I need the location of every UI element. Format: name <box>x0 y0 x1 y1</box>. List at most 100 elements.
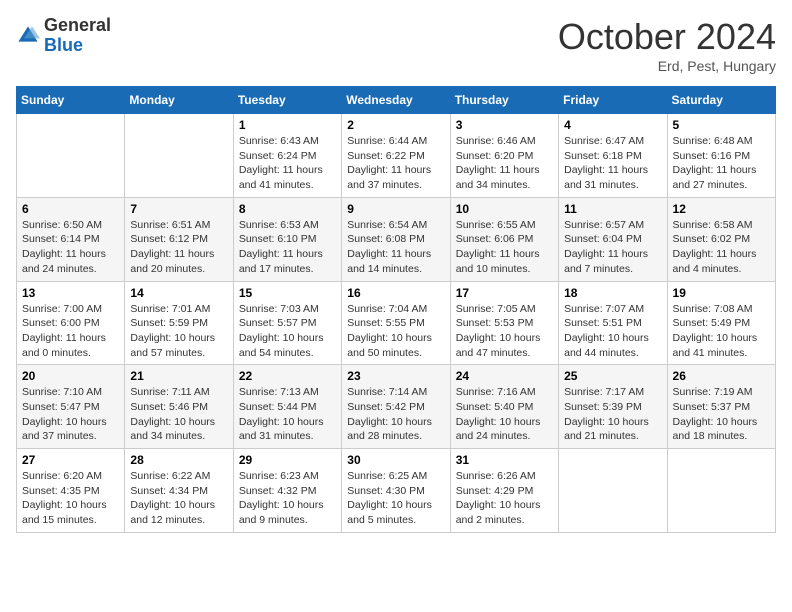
weekday-header-sunday: Sunday <box>17 87 125 114</box>
day-number: 29 <box>239 453 336 467</box>
calendar-table: SundayMondayTuesdayWednesdayThursdayFrid… <box>16 86 776 533</box>
day-info: Sunrise: 6:46 AM Sunset: 6:20 PM Dayligh… <box>456 134 553 193</box>
day-number: 18 <box>564 286 661 300</box>
month-year: October 2024 <box>558 16 776 58</box>
calendar-cell: 25 Sunrise: 7:17 AM Sunset: 5:39 PM Dayli… <box>559 365 667 449</box>
day-number: 31 <box>456 453 553 467</box>
calendar-cell <box>17 114 125 198</box>
day-info: Sunrise: 6:47 AM Sunset: 6:18 PM Dayligh… <box>564 134 661 193</box>
calendar-cell: 4 Sunrise: 6:47 AM Sunset: 6:18 PM Daylig… <box>559 114 667 198</box>
day-info: Sunrise: 7:03 AM Sunset: 5:57 PM Dayligh… <box>239 302 336 361</box>
day-number: 3 <box>456 118 553 132</box>
calendar-cell: 23 Sunrise: 7:14 AM Sunset: 5:42 PM Dayli… <box>342 365 450 449</box>
weekday-header-wednesday: Wednesday <box>342 87 450 114</box>
day-number: 19 <box>673 286 770 300</box>
day-info: Sunrise: 6:20 AM Sunset: 4:35 PM Dayligh… <box>22 469 119 528</box>
day-number: 21 <box>130 369 227 383</box>
calendar-cell: 12 Sunrise: 6:58 AM Sunset: 6:02 PM Dayli… <box>667 197 775 281</box>
weekday-header-saturday: Saturday <box>667 87 775 114</box>
day-info: Sunrise: 7:13 AM Sunset: 5:44 PM Dayligh… <box>239 385 336 444</box>
calendar-cell: 13Sunrise: 7:00 AM Sunset: 6:00 PM Dayli… <box>17 281 125 365</box>
day-number: 30 <box>347 453 444 467</box>
day-number: 16 <box>347 286 444 300</box>
page-header: General Blue October 2024 Erd, Pest, Hun… <box>16 16 776 74</box>
day-info: Sunrise: 6:44 AM Sunset: 6:22 PM Dayligh… <box>347 134 444 193</box>
day-info: Sunrise: 7:00 AM Sunset: 6:00 PM Dayligh… <box>22 302 119 361</box>
title-section: October 2024 Erd, Pest, Hungary <box>558 16 776 74</box>
calendar-cell: 29 Sunrise: 6:23 AM Sunset: 4:32 PM Dayli… <box>233 449 341 533</box>
weekday-header-row: SundayMondayTuesdayWednesdayThursdayFrid… <box>17 87 776 114</box>
day-number: 28 <box>130 453 227 467</box>
logo: General Blue <box>16 16 111 56</box>
day-info: Sunrise: 6:55 AM Sunset: 6:06 PM Dayligh… <box>456 218 553 277</box>
day-number: 27 <box>22 453 119 467</box>
day-info: Sunrise: 7:19 AM Sunset: 5:37 PM Dayligh… <box>673 385 770 444</box>
day-info: Sunrise: 7:17 AM Sunset: 5:39 PM Dayligh… <box>564 385 661 444</box>
day-number: 5 <box>673 118 770 132</box>
day-info: Sunrise: 6:51 AM Sunset: 6:12 PM Dayligh… <box>130 218 227 277</box>
day-info: Sunrise: 7:16 AM Sunset: 5:40 PM Dayligh… <box>456 385 553 444</box>
day-info: Sunrise: 7:05 AM Sunset: 5:53 PM Dayligh… <box>456 302 553 361</box>
day-info: Sunrise: 6:26 AM Sunset: 4:29 PM Dayligh… <box>456 469 553 528</box>
calendar-cell: 20 Sunrise: 7:10 AM Sunset: 5:47 PM Dayli… <box>17 365 125 449</box>
day-number: 11 <box>564 202 661 216</box>
day-info: Sunrise: 7:11 AM Sunset: 5:46 PM Dayligh… <box>130 385 227 444</box>
day-info: Sunrise: 6:50 AM Sunset: 6:14 PM Dayligh… <box>22 218 119 277</box>
logo-general: General <box>44 16 111 36</box>
day-number: 10 <box>456 202 553 216</box>
day-number: 4 <box>564 118 661 132</box>
day-number: 17 <box>456 286 553 300</box>
calendar-cell: 26Sunrise: 7:19 AM Sunset: 5:37 PM Dayli… <box>667 365 775 449</box>
calendar-cell: 18Sunrise: 7:07 AM Sunset: 5:51 PM Dayli… <box>559 281 667 365</box>
day-number: 7 <box>130 202 227 216</box>
calendar-cell: 27 Sunrise: 6:20 AM Sunset: 4:35 PM Dayli… <box>17 449 125 533</box>
calendar-cell: 21 Sunrise: 7:11 AM Sunset: 5:46 PM Dayli… <box>125 365 233 449</box>
day-info: Sunrise: 6:48 AM Sunset: 6:16 PM Dayligh… <box>673 134 770 193</box>
calendar-cell <box>667 449 775 533</box>
day-info: Sunrise: 6:53 AM Sunset: 6:10 PM Dayligh… <box>239 218 336 277</box>
calendar-cell: 22Sunrise: 7:13 AM Sunset: 5:44 PM Dayli… <box>233 365 341 449</box>
day-number: 6 <box>22 202 119 216</box>
day-number: 2 <box>347 118 444 132</box>
calendar-cell: 24 Sunrise: 7:16 AM Sunset: 5:40 PM Dayli… <box>450 365 558 449</box>
calendar-cell: 19Sunrise: 7:08 AM Sunset: 5:49 PM Dayli… <box>667 281 775 365</box>
day-info: Sunrise: 7:01 AM Sunset: 5:59 PM Dayligh… <box>130 302 227 361</box>
calendar-cell: 14 Sunrise: 7:01 AM Sunset: 5:59 PM Dayli… <box>125 281 233 365</box>
day-number: 24 <box>456 369 553 383</box>
day-info: Sunrise: 6:25 AM Sunset: 4:30 PM Dayligh… <box>347 469 444 528</box>
logo-icon <box>16 24 40 48</box>
calendar-cell: 9 Sunrise: 6:54 AM Sunset: 6:08 PM Daylig… <box>342 197 450 281</box>
day-number: 8 <box>239 202 336 216</box>
location: Erd, Pest, Hungary <box>558 58 776 74</box>
day-info: Sunrise: 6:57 AM Sunset: 6:04 PM Dayligh… <box>564 218 661 277</box>
calendar-cell: 17 Sunrise: 7:05 AM Sunset: 5:53 PM Dayli… <box>450 281 558 365</box>
calendar-week-row: 13Sunrise: 7:00 AM Sunset: 6:00 PM Dayli… <box>17 281 776 365</box>
day-info: Sunrise: 6:43 AM Sunset: 6:24 PM Dayligh… <box>239 134 336 193</box>
day-number: 25 <box>564 369 661 383</box>
day-number: 14 <box>130 286 227 300</box>
day-info: Sunrise: 6:23 AM Sunset: 4:32 PM Dayligh… <box>239 469 336 528</box>
calendar-cell: 2 Sunrise: 6:44 AM Sunset: 6:22 PM Daylig… <box>342 114 450 198</box>
calendar-week-row: 1 Sunrise: 6:43 AM Sunset: 6:24 PM Daylig… <box>17 114 776 198</box>
day-info: Sunrise: 7:14 AM Sunset: 5:42 PM Dayligh… <box>347 385 444 444</box>
day-number: 12 <box>673 202 770 216</box>
calendar-cell: 6 Sunrise: 6:50 AM Sunset: 6:14 PM Daylig… <box>17 197 125 281</box>
calendar-week-row: 6 Sunrise: 6:50 AM Sunset: 6:14 PM Daylig… <box>17 197 776 281</box>
day-number: 20 <box>22 369 119 383</box>
day-number: 15 <box>239 286 336 300</box>
day-info: Sunrise: 6:22 AM Sunset: 4:34 PM Dayligh… <box>130 469 227 528</box>
calendar-cell <box>559 449 667 533</box>
day-info: Sunrise: 7:10 AM Sunset: 5:47 PM Dayligh… <box>22 385 119 444</box>
calendar-cell: 8 Sunrise: 6:53 AM Sunset: 6:10 PM Daylig… <box>233 197 341 281</box>
calendar-cell: 30 Sunrise: 6:25 AM Sunset: 4:30 PM Dayli… <box>342 449 450 533</box>
weekday-header-friday: Friday <box>559 87 667 114</box>
day-number: 9 <box>347 202 444 216</box>
day-info: Sunrise: 6:54 AM Sunset: 6:08 PM Dayligh… <box>347 218 444 277</box>
day-number: 1 <box>239 118 336 132</box>
calendar-week-row: 20 Sunrise: 7:10 AM Sunset: 5:47 PM Dayli… <box>17 365 776 449</box>
calendar-cell: 16Sunrise: 7:04 AM Sunset: 5:55 PM Dayli… <box>342 281 450 365</box>
day-number: 23 <box>347 369 444 383</box>
calendar-cell <box>125 114 233 198</box>
day-info: Sunrise: 6:58 AM Sunset: 6:02 PM Dayligh… <box>673 218 770 277</box>
logo-text: General Blue <box>44 16 111 56</box>
